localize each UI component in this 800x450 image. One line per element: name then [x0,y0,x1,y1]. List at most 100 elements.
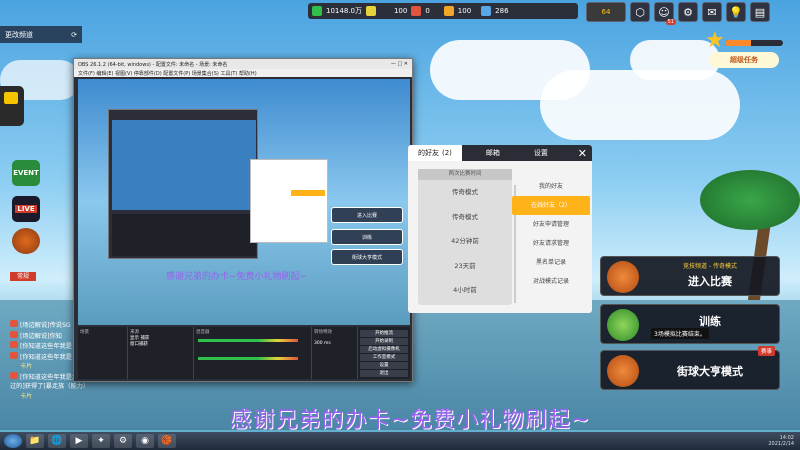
friend-menu-item[interactable]: 对战模式记录 [512,272,590,291]
obs-preview[interactable]: 进入比赛 训练 街球大亨模式 感谢兄弟的办卡~免费小礼物刷起~ [78,79,410,325]
obs-control-button[interactable]: 设置 [360,362,408,369]
friend-menu-item[interactable]: 在线好友（2） [512,196,590,215]
taskbar-app[interactable]: ✦ [92,434,110,448]
nested-active-item [291,190,325,196]
stream-subtitle: 感谢兄弟的办卡~免费小礼物刷起~ [229,408,591,433]
training-label: 训练 [699,315,721,328]
chat-line: 卡片 [10,392,90,402]
megaphone-icon [10,330,18,338]
friend-menu-item[interactable]: 好友请求管理 [512,234,590,253]
friend-menu-item[interactable]: 黑名单记录 [512,253,590,272]
p-coin-icon [312,6,322,16]
enter-match-label: 进入比赛 [688,275,732,288]
street-league-icon[interactable] [12,228,40,254]
friend-menu-item[interactable]: 好友申请管理 [512,215,590,234]
megaphone-icon [10,320,18,327]
mixer-dock[interactable]: 混音器 [194,327,312,379]
chat-text: 卡片 [20,363,33,370]
tab-settings[interactable]: 设置 [510,145,558,161]
controls-dock: 开始推流 开始录制 启动虚拟摄像机 工作室模式 设置 退出 [358,327,410,379]
chat-text: [场边解说]传说SG [20,322,71,329]
obs-control-button[interactable]: 退出 [360,370,408,377]
event-button[interactable]: EVENT [12,160,40,186]
notice-button[interactable]: 💡 [726,2,746,22]
notification-badge: 51 [665,19,676,25]
nested-training: 训练 [331,229,403,245]
recent-match-row: 4小时前 [453,286,477,294]
megaphone-icon [10,351,18,359]
gold-icon [443,6,454,16]
recent-match-row: 传奇模式 [452,188,478,196]
source-item[interactable]: 窗口捕获 [130,341,191,347]
window-controls-icon[interactable]: — □ ✕ [391,61,408,67]
transition-time[interactable]: 300 ms [314,341,355,346]
c-coin-icon [365,6,376,16]
switch-channel-bar[interactable]: 更改频道 ⟳ [0,26,82,43]
start-button[interactable] [4,434,22,448]
level-icon: 64 [601,8,611,16]
taskbar-app[interactable]: ⚙ [114,434,132,448]
r-coin-icon [411,6,422,16]
event-label: EVENT [13,169,39,177]
level-panel: ★ 超级任务 [705,30,783,74]
close-icon[interactable]: ✕ [578,147,587,160]
chat-text: [你知道这些年我是 [20,343,72,350]
tab-friends-label: 的好友 [418,149,439,157]
obs-control-button[interactable]: 工作室模式 [360,354,408,361]
chat-tab-general[interactable]: 常规 [10,272,36,281]
p-coin-value: 10148.0万 [326,7,362,15]
settings-icon: ⚙ [683,5,693,19]
obs-menubar[interactable]: 文件(F) 编辑(E) 视图(V) 停靠部件(D) 配置文件(P) 场景集合(S… [74,69,412,77]
tab-mailbox[interactable]: 邮箱 [462,145,510,161]
c-coin-value: 100 [393,7,408,15]
recent-match-row: 42分钟前 [451,237,479,245]
nested-docks [112,214,256,256]
r-coin-value: 0 [425,7,430,15]
ticket-button[interactable]: ⬡ [630,2,650,22]
obs-window[interactable]: OBS 26.1.2 (64-bit, windows) - 配置文件: 未命名… [73,58,413,382]
mission-button[interactable]: 超级任务 [709,52,779,68]
system-clock[interactable]: 14:02 2021/2/14 [768,435,794,447]
taskbar: 📁 🌐 ▶ ✦ ⚙ ◉ 🏀 14:02 2021/2/14 [0,432,800,450]
enter-match-button[interactable]: 竞技频道 - 传奇模式 进入比赛 [600,256,780,296]
level-progress [725,40,783,46]
recent-match-row: 传奇模式 [452,212,478,221]
mail-button[interactable]: ✉ [702,2,722,22]
friend-menu-item[interactable]: 我的好友 [512,177,590,196]
ticket-icon: ⬡ [635,5,645,19]
basketball-icon [607,355,639,387]
taskbar-app[interactable]: ▶ [70,434,88,448]
person-button[interactable]: ☺ 51 [654,2,676,25]
settings-button[interactable]: ⚙ [678,2,698,22]
training-button[interactable]: 训练 3场模拟比赛结束。 [600,304,780,344]
training-icon [607,309,639,341]
chat-text: [你知道这些年我是 [20,353,72,361]
friend-menu: 我的好友 在线好友（2） 好友申请管理 好友请求管理 黑名单记录 对战模式记录 [512,177,590,291]
scenes-dock[interactable]: 场景 [78,327,128,379]
chat-text: 卡片 [20,392,33,400]
menu-button[interactable]: ▤ [750,2,770,22]
live-button[interactable]: LIVE [12,196,40,222]
obs-control-button[interactable]: 启动虚拟摄像机 [360,346,408,353]
obs-control-button[interactable]: 开始录制 [360,338,408,345]
taskbar-app[interactable]: 🏀 [158,434,176,448]
panel-tabs: 的好友 (2) 邮箱 设置 ✕ [408,145,592,161]
transition-dock[interactable]: 转场特效 300 ms [312,327,358,379]
level-manage-button[interactable]: 64 [586,2,626,22]
taskbar-app[interactable]: 🌐 [48,434,66,448]
taskbar-app[interactable]: ◉ [136,434,154,448]
side-tab[interactable] [0,86,24,126]
tab-friends[interactable]: 的好友 (2) [408,145,462,161]
friend-panel[interactable]: 的好友 (2) 邮箱 设置 ✕ 两次比赛时间 传奇模式 传奇模式 42分钟前 23天前… [408,145,592,313]
sources-dock[interactable]: 来源 显示 捕获 窗口捕获 [128,327,194,379]
notice-icon: 💡 [729,5,743,19]
clock-date: 2021/2/14 [768,441,794,447]
tab-settings-label: 设置 [533,149,548,157]
mail-icon: ✉ [707,5,717,19]
street-tycoon-label: 街球大亨模式 [677,365,743,378]
taskbar-app[interactable]: 📁 [26,434,44,448]
obs-titlebar[interactable]: OBS 26.1.2 (64-bit, windows) - 配置文件: 未命名… [74,59,412,69]
obs-control-button[interactable]: 开始推流 [360,330,408,337]
street-tycoon-button[interactable]: 街球大亨模式 赛事 [600,346,780,390]
tab-friends-count: (2) [442,149,452,157]
